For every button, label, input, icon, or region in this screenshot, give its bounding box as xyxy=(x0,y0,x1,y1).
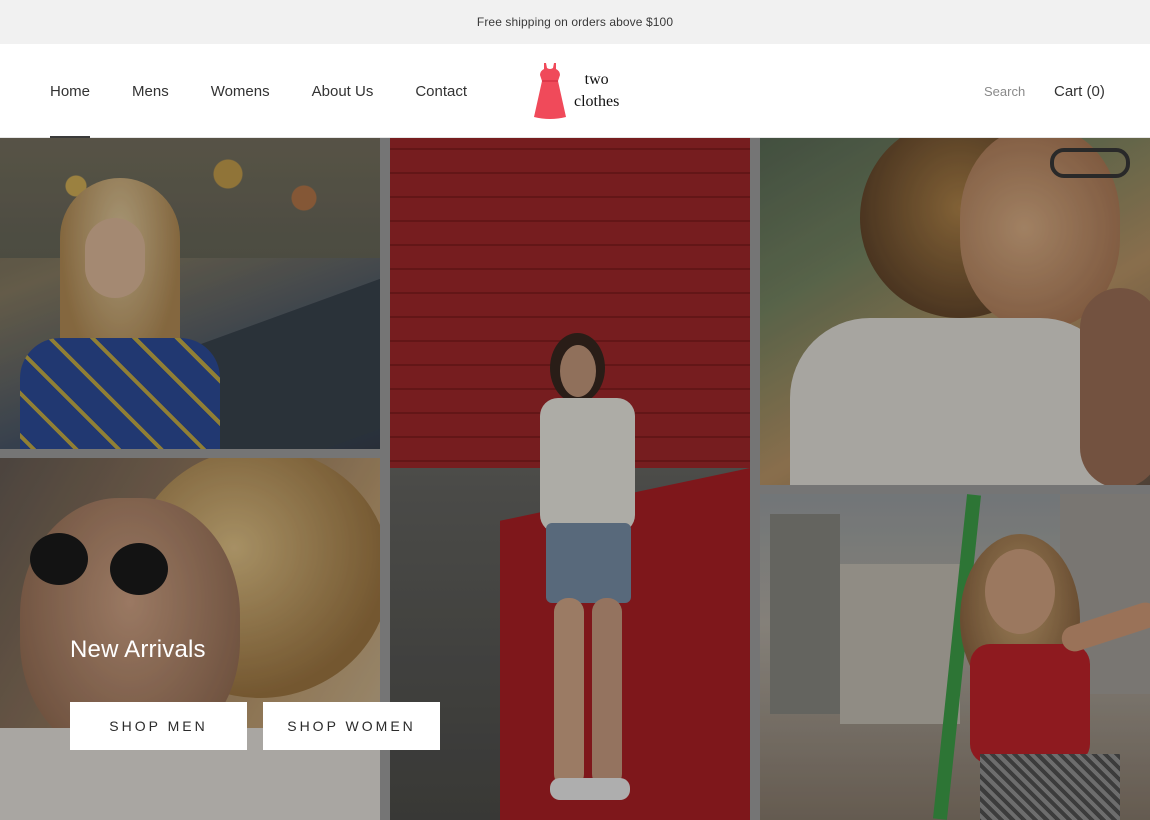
logo-line-2: clothes xyxy=(574,93,620,110)
nav-item-home[interactable]: Home xyxy=(50,44,91,138)
main-nav: Home Mens Womens About Us Contact xyxy=(50,44,509,138)
nav-item-mens[interactable]: Mens xyxy=(132,44,169,138)
hero-image-swing-woman xyxy=(760,494,1150,820)
nav-item-contact[interactable]: Contact xyxy=(415,44,467,138)
announcement-text: Free shipping on orders above $100 xyxy=(476,15,674,29)
hero-image-man-glasses xyxy=(760,138,1150,485)
hero-image-red-wall-woman xyxy=(390,138,750,820)
search-input[interactable]: Search xyxy=(984,44,1025,138)
hero-title: New Arrivals xyxy=(70,636,206,663)
shop-men-button[interactable]: SHOP MEN xyxy=(70,702,247,750)
nav-item-womens[interactable]: Womens xyxy=(211,44,270,138)
hero-banner: New Arrivals SHOP MEN SHOP WOMEN xyxy=(0,138,1150,820)
announcement-bar: Free shipping on orders above $100 xyxy=(0,0,1150,44)
site-header: Home Mens Womens About Us Contact two cl… xyxy=(0,44,1150,138)
logo-text: two clothes xyxy=(574,69,619,113)
dress-icon xyxy=(534,63,566,119)
cart-link[interactable]: Cart (0) xyxy=(1054,44,1105,138)
site-logo[interactable]: two clothes xyxy=(530,60,640,122)
hero-image-carnival xyxy=(0,138,380,449)
logo-line-1: two xyxy=(584,71,609,88)
nav-item-about-us[interactable]: About Us xyxy=(312,44,374,138)
shop-women-button[interactable]: SHOP WOMEN xyxy=(263,702,440,750)
